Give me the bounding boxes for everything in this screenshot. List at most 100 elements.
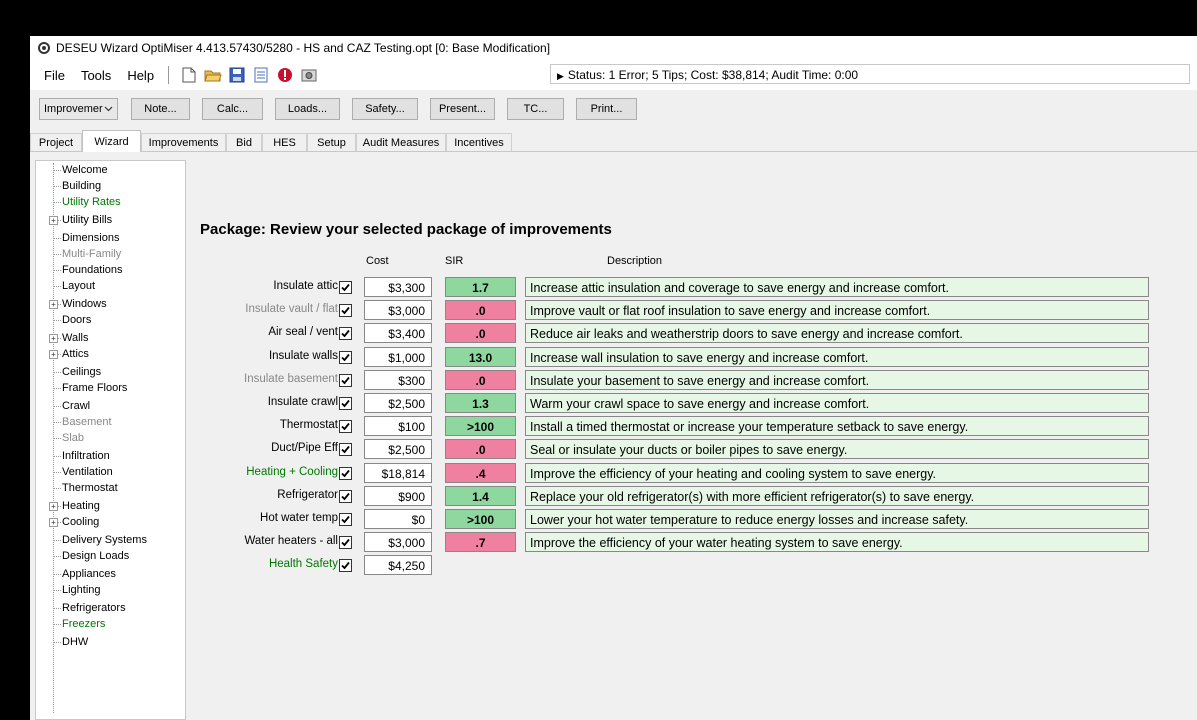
present-button[interactable]: Present... [430,98,495,120]
description-field[interactable]: Lower your hot water temperature to redu… [525,509,1149,529]
error-icon[interactable] [276,66,294,84]
tab-setup[interactable]: Setup [307,133,356,151]
safety-button[interactable]: Safety... [352,98,418,120]
improvement-checkbox[interactable] [339,536,352,549]
tc-button[interactable]: TC... [507,98,564,120]
improvement-label: Insulate basement [244,373,338,385]
description-field[interactable]: Improve the efficiency of your water hea… [525,532,1149,552]
description-field[interactable]: Reduce air leaks and weatherstrip doors … [525,323,1149,343]
cost-field[interactable]: $4,250 [364,555,432,575]
improvement-checkbox[interactable] [339,559,352,572]
sir-value: 13.0 [445,347,516,367]
improvement-checkbox[interactable] [339,281,352,294]
table-row: Air seal / vent $3,400 .0 Reduce air leaks … [30,322,1197,346]
note-button[interactable]: Note... [131,98,190,120]
tree-item-label: Multi-Family [62,248,122,260]
tree-connector [53,624,61,625]
app-window: DESEU Wizard OptiMiser 4.413.57430/5280 … [30,36,1197,720]
description-field[interactable]: Improve vault or flat roof insulation to… [525,300,1149,320]
improvement-checkbox[interactable] [339,397,352,410]
tree-connector [53,270,61,271]
description-column-header: Description [607,255,663,267]
table-row: Hot water temp $0 >100 Lower your hot water… [30,508,1197,532]
tab-bid[interactable]: Bid [226,133,262,151]
menu-tools[interactable]: Tools [73,68,119,83]
improvements-select[interactable]: Improvemer [39,98,118,120]
tab-wizard[interactable]: Wizard [82,130,141,152]
description-field[interactable]: Seal or insulate your ducts or boiler pi… [525,439,1149,459]
cost-field[interactable]: $3,000 [364,300,432,320]
improvement-checkbox[interactable] [339,351,352,364]
expand-plus-icon[interactable]: + [49,216,58,225]
cost-field[interactable]: $900 [364,486,432,506]
sir-value: .0 [445,300,516,320]
checkmark-icon [341,538,350,547]
description-field[interactable]: Increase attic insulation and coverage t… [525,277,1149,297]
tree-connector [53,238,61,239]
checkmark-icon [341,561,350,570]
tree-item-label: Foundations [62,264,123,276]
tab-audit-measures[interactable]: Audit Measures [356,133,446,151]
table-row: Duct/Pipe Eff $2,500 .0 Seal or insulate yo… [30,438,1197,462]
improvement-checkbox[interactable] [339,327,352,340]
cost-field[interactable]: $18,814 [364,463,432,483]
open-folder-icon[interactable] [204,66,222,84]
window-title: DESEU Wizard OptiMiser 4.413.57430/5280 … [56,41,551,55]
tab-project[interactable]: Project [30,133,82,151]
improvement-checkbox[interactable] [339,513,352,526]
tree-item-label: Refrigerators [62,602,126,614]
camera-icon[interactable] [300,66,318,84]
cost-field[interactable]: $3,000 [364,532,432,552]
cost-field[interactable]: $3,300 [364,277,432,297]
description-field[interactable]: Improve the efficiency of your heating a… [525,463,1149,483]
cost-field[interactable]: $3,400 [364,323,432,343]
menu-help[interactable]: Help [119,68,162,83]
cost-field[interactable]: $2,500 [364,439,432,459]
sir-value: 1.3 [445,393,516,413]
print-button[interactable]: Print... [576,98,637,120]
tab-improvements[interactable]: Improvements [141,133,226,151]
tree-connector [53,608,61,609]
calc-button[interactable]: Calc... [202,98,263,120]
improvement-checkbox[interactable] [339,467,352,480]
improvement-checkbox[interactable] [339,420,352,433]
menu-file[interactable]: File [36,68,73,83]
new-file-icon[interactable] [180,66,198,84]
improvement-label: Insulate walls [268,350,338,362]
tab-strip: Project Wizard Improvements Bid HES Setu… [30,130,1197,152]
tree-connector [53,642,61,643]
status-bar[interactable]: ▶ Status: 1 Error; 5 Tips; Cost: $38,814;… [550,64,1190,84]
table-row: Water heaters - all $3,000 .7 Improve the e… [30,531,1197,555]
improvement-label: Insulate crawl [267,396,338,408]
menu-bar: File Tools Help ▶ Status: 1 Error; 5 Tips… [30,60,1197,90]
save-icon[interactable] [228,66,246,84]
cost-field[interactable]: $100 [364,416,432,436]
tab-hes[interactable]: HES [262,133,307,151]
improvement-label: Health Safety [268,558,338,570]
description-field[interactable]: Increase wall insulation to save energy … [525,347,1149,367]
cost-field[interactable]: $300 [364,370,432,390]
cost-field[interactable]: $0 [364,509,432,529]
table-row: Insulate walls $1,000 13.0 Increase wall in… [30,346,1197,370]
tab-incentives[interactable]: Incentives [446,133,512,151]
improvement-label: Hot water temp [260,512,338,524]
checkmark-icon [341,422,350,431]
cost-field[interactable]: $1,000 [364,347,432,367]
improvement-label: Duct/Pipe Eff [271,442,338,454]
description-field[interactable]: Insulate your basement to save energy an… [525,370,1149,390]
improvement-checkbox[interactable] [339,443,352,456]
improvement-label: Air seal / vent [268,326,338,338]
improvement-checkbox[interactable] [339,374,352,387]
description-field[interactable]: Warm your crawl space to save energy and… [525,393,1149,413]
sir-value: 1.4 [445,486,516,506]
description-field[interactable]: Replace your old refrigerator(s) with mo… [525,486,1149,506]
improvement-checkbox[interactable] [339,490,352,503]
improvement-checkbox[interactable] [339,304,352,317]
description-field[interactable]: Install a timed thermostat or increase y… [525,416,1149,436]
cost-field[interactable]: $2,500 [364,393,432,413]
tree-connector [53,186,61,187]
tree-item-label: Freezers [62,618,106,630]
sir-value: >100 [445,509,516,529]
loads-button[interactable]: Loads... [275,98,340,120]
document-list-icon[interactable] [252,66,270,84]
